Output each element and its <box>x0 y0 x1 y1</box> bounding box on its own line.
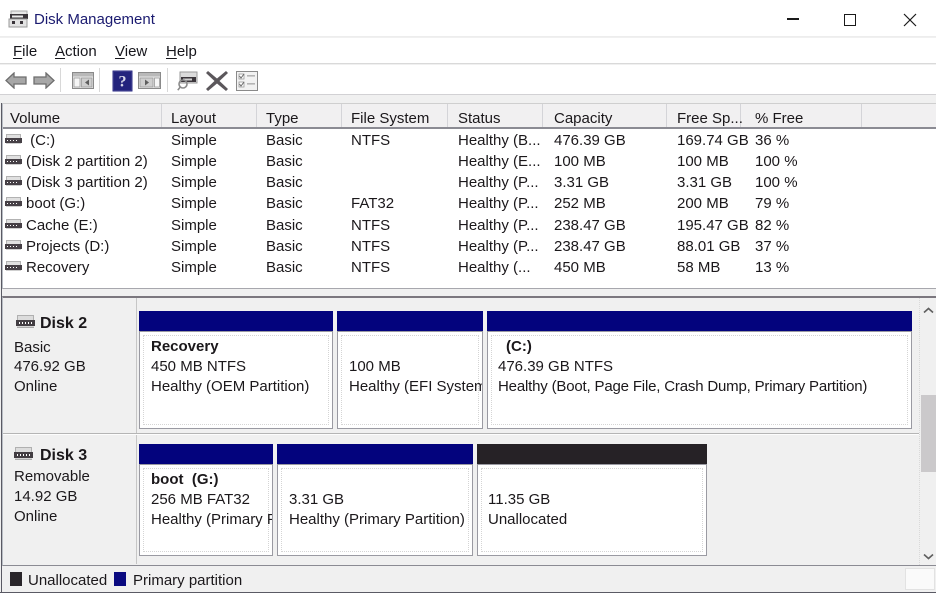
svg-text:?: ? <box>119 74 127 91</box>
